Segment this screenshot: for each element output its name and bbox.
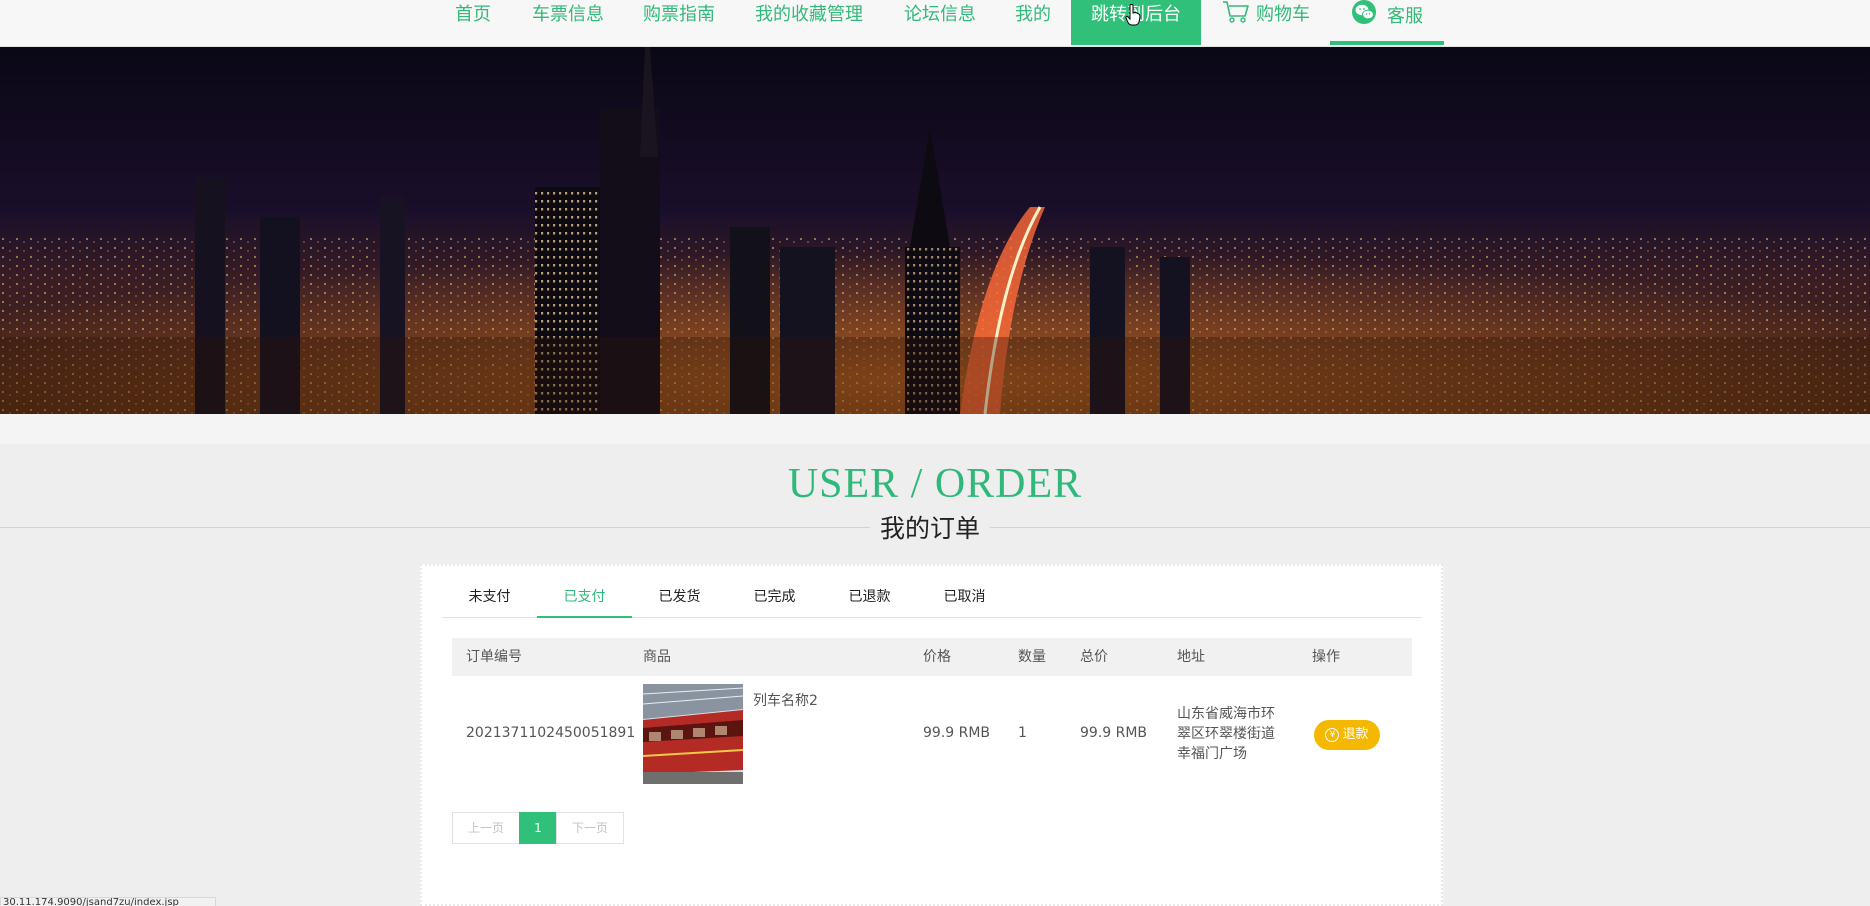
refund-button[interactable]: ¥ 退款 <box>1314 720 1380 750</box>
tab-paid[interactable]: 已支付 <box>537 576 632 618</box>
order-number: 2021371102450051891 <box>466 725 636 741</box>
yen-icon: ¥ <box>1325 728 1340 742</box>
order-card: 未支付 已支付 已发货 已完成 已退款 已取消 订单编号 商品 价格 数量 总价… <box>420 564 1443 906</box>
nav-favorites[interactable]: 我的收藏管理 <box>755 0 863 45</box>
tab-refunded[interactable]: 已退款 <box>822 576 917 618</box>
col-quantity: 数量 <box>1018 649 1046 665</box>
col-product: 商品 <box>643 649 671 665</box>
quantity: 1 <box>1018 725 1027 741</box>
product-thumbnail[interactable] <box>643 684 743 784</box>
col-price: 价格 <box>923 649 951 665</box>
nav-service-label: 客服 <box>1387 6 1423 27</box>
product-name[interactable]: 列车名称2 <box>753 690 818 710</box>
nav-service[interactable]: 客服 <box>1330 0 1444 45</box>
nav-forum[interactable]: 论坛信息 <box>904 0 976 45</box>
tab-shipped[interactable]: 已发货 <box>632 576 727 618</box>
col-address: 地址 <box>1177 649 1205 665</box>
nav-tickets[interactable]: 车票信息 <box>532 0 604 45</box>
col-total: 总价 <box>1080 649 1108 665</box>
address-line-3: 幸福门广场 <box>1177 746 1247 762</box>
address-line-2: 翠区环翠楼街道 <box>1177 726 1275 742</box>
prev-page-button[interactable]: 上一页 <box>452 812 520 844</box>
col-order-no: 订单编号 <box>466 649 522 665</box>
page-1-button[interactable]: 1 <box>519 812 557 844</box>
table-header: 订单编号 商品 价格 数量 总价 地址 操作 <box>452 638 1412 676</box>
total: 99.9 RMB <box>1080 725 1148 741</box>
hand-cursor-icon <box>1125 4 1141 30</box>
table-row: 2021371102450051891 列车名称2 99.9 RMB 1 99.… <box>452 682 1412 790</box>
nav-mine[interactable]: 我的 <box>1015 0 1051 45</box>
cart-icon <box>1222 0 1250 34</box>
browser-status-bar: 30.11.174.9090/jsand7zu/index.jsp <box>0 897 216 906</box>
nav-guide[interactable]: 购票指南 <box>643 0 715 45</box>
top-nav: 首页 车票信息 购票指南 我的收藏管理 论坛信息 我的 跳转到后台 购物车 <box>0 0 1870 47</box>
tab-completed[interactable]: 已完成 <box>727 576 822 618</box>
nav-cart[interactable]: 购物车 <box>1222 0 1310 45</box>
order-status-tabs: 未支付 已支付 已发货 已完成 已退款 已取消 <box>442 576 1422 618</box>
nav-cart-label: 购物车 <box>1256 4 1310 25</box>
page-title-cn: 我的订单 <box>870 513 990 545</box>
address: 山东省威海市环 翠区环翠楼街道 幸福门广场 <box>1177 704 1275 764</box>
wechat-icon <box>1351 0 1381 36</box>
banner-gap <box>0 414 1870 444</box>
col-action: 操作 <box>1312 649 1340 665</box>
price: 99.9 RMB <box>923 725 991 741</box>
city-night-banner <box>0 47 1870 414</box>
refund-label: 退款 <box>1342 727 1369 742</box>
page-title-en: USER / ORDER <box>787 461 1083 507</box>
address-line-1: 山东省威海市环 <box>1177 706 1275 722</box>
next-page-button[interactable]: 下一页 <box>556 812 624 844</box>
tab-unpaid[interactable]: 未支付 <box>442 576 537 618</box>
nav-home[interactable]: 首页 <box>455 0 491 45</box>
tab-cancelled[interactable]: 已取消 <box>917 576 1012 618</box>
